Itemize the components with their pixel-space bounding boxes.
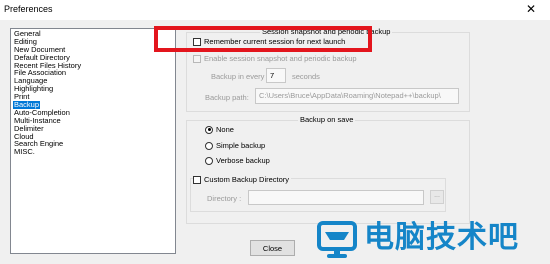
custom-backup-dir-checkbox-box[interactable]: [193, 175, 201, 184]
backup-path-label: Backup path:: [205, 93, 249, 102]
category-item-general[interactable]: General: [13, 30, 175, 38]
backup-none-radio[interactable]: None: [205, 125, 234, 134]
backup-none-label: None: [216, 125, 234, 134]
custom-backup-dir-checkbox[interactable]: Custom Backup Directory: [193, 175, 292, 184]
preferences-window: Preferences ✕ General Editing New Docume…: [0, 0, 550, 264]
enable-snapshot-checkbox-box[interactable]: [193, 54, 201, 63]
verbose-backup-radio-dot[interactable]: [205, 156, 213, 165]
simple-backup-radio[interactable]: Simple backup: [205, 141, 265, 150]
seconds-label: seconds: [292, 72, 320, 81]
enable-snapshot-checkbox[interactable]: Enable session snapshot and periodic bac…: [193, 54, 357, 63]
category-item-misc[interactable]: MISC.: [13, 148, 175, 156]
close-button[interactable]: Close: [250, 240, 295, 256]
enable-snapshot-label: Enable session snapshot and periodic bac…: [204, 54, 357, 63]
verbose-backup-radio[interactable]: Verbose backup: [205, 156, 270, 165]
browse-directory-button[interactable]: ...: [430, 190, 444, 204]
backup-interval-input[interactable]: 7: [266, 68, 286, 83]
verbose-backup-label: Verbose backup: [216, 156, 270, 165]
category-item-search-engine[interactable]: Search Engine: [13, 140, 175, 148]
backup-every-label: Backup in every: [211, 72, 265, 81]
backup-on-save-legend: Backup on save: [298, 115, 356, 124]
backup-none-radio-dot[interactable]: [205, 125, 213, 134]
watermark-text: 电脑技术吧: [364, 220, 519, 255]
category-item-highlighting[interactable]: Highlighting: [13, 85, 175, 93]
category-list[interactable]: General Editing New Document Default Dir…: [10, 28, 176, 254]
simple-backup-radio-dot[interactable]: [205, 141, 213, 150]
annotation-highlight-box: [154, 26, 372, 52]
monitor-logo-icon: [317, 221, 357, 258]
simple-backup-label: Simple backup: [216, 141, 266, 150]
directory-label: Directory :: [207, 194, 242, 203]
backup-path-input[interactable]: C:\Users\Bruce\AppData\Roaming\Notepad++…: [255, 88, 459, 104]
close-window-icon[interactable]: ✕: [526, 2, 536, 16]
title-bar: Preferences ✕: [0, 0, 550, 20]
custom-backup-dir-label: Custom Backup Directory: [204, 175, 290, 184]
window-title: Preferences: [4, 4, 53, 14]
directory-input[interactable]: [248, 190, 424, 205]
category-item-delimiter[interactable]: Delimiter: [13, 124, 175, 133]
watermark: 电脑技术吧: [316, 218, 550, 264]
